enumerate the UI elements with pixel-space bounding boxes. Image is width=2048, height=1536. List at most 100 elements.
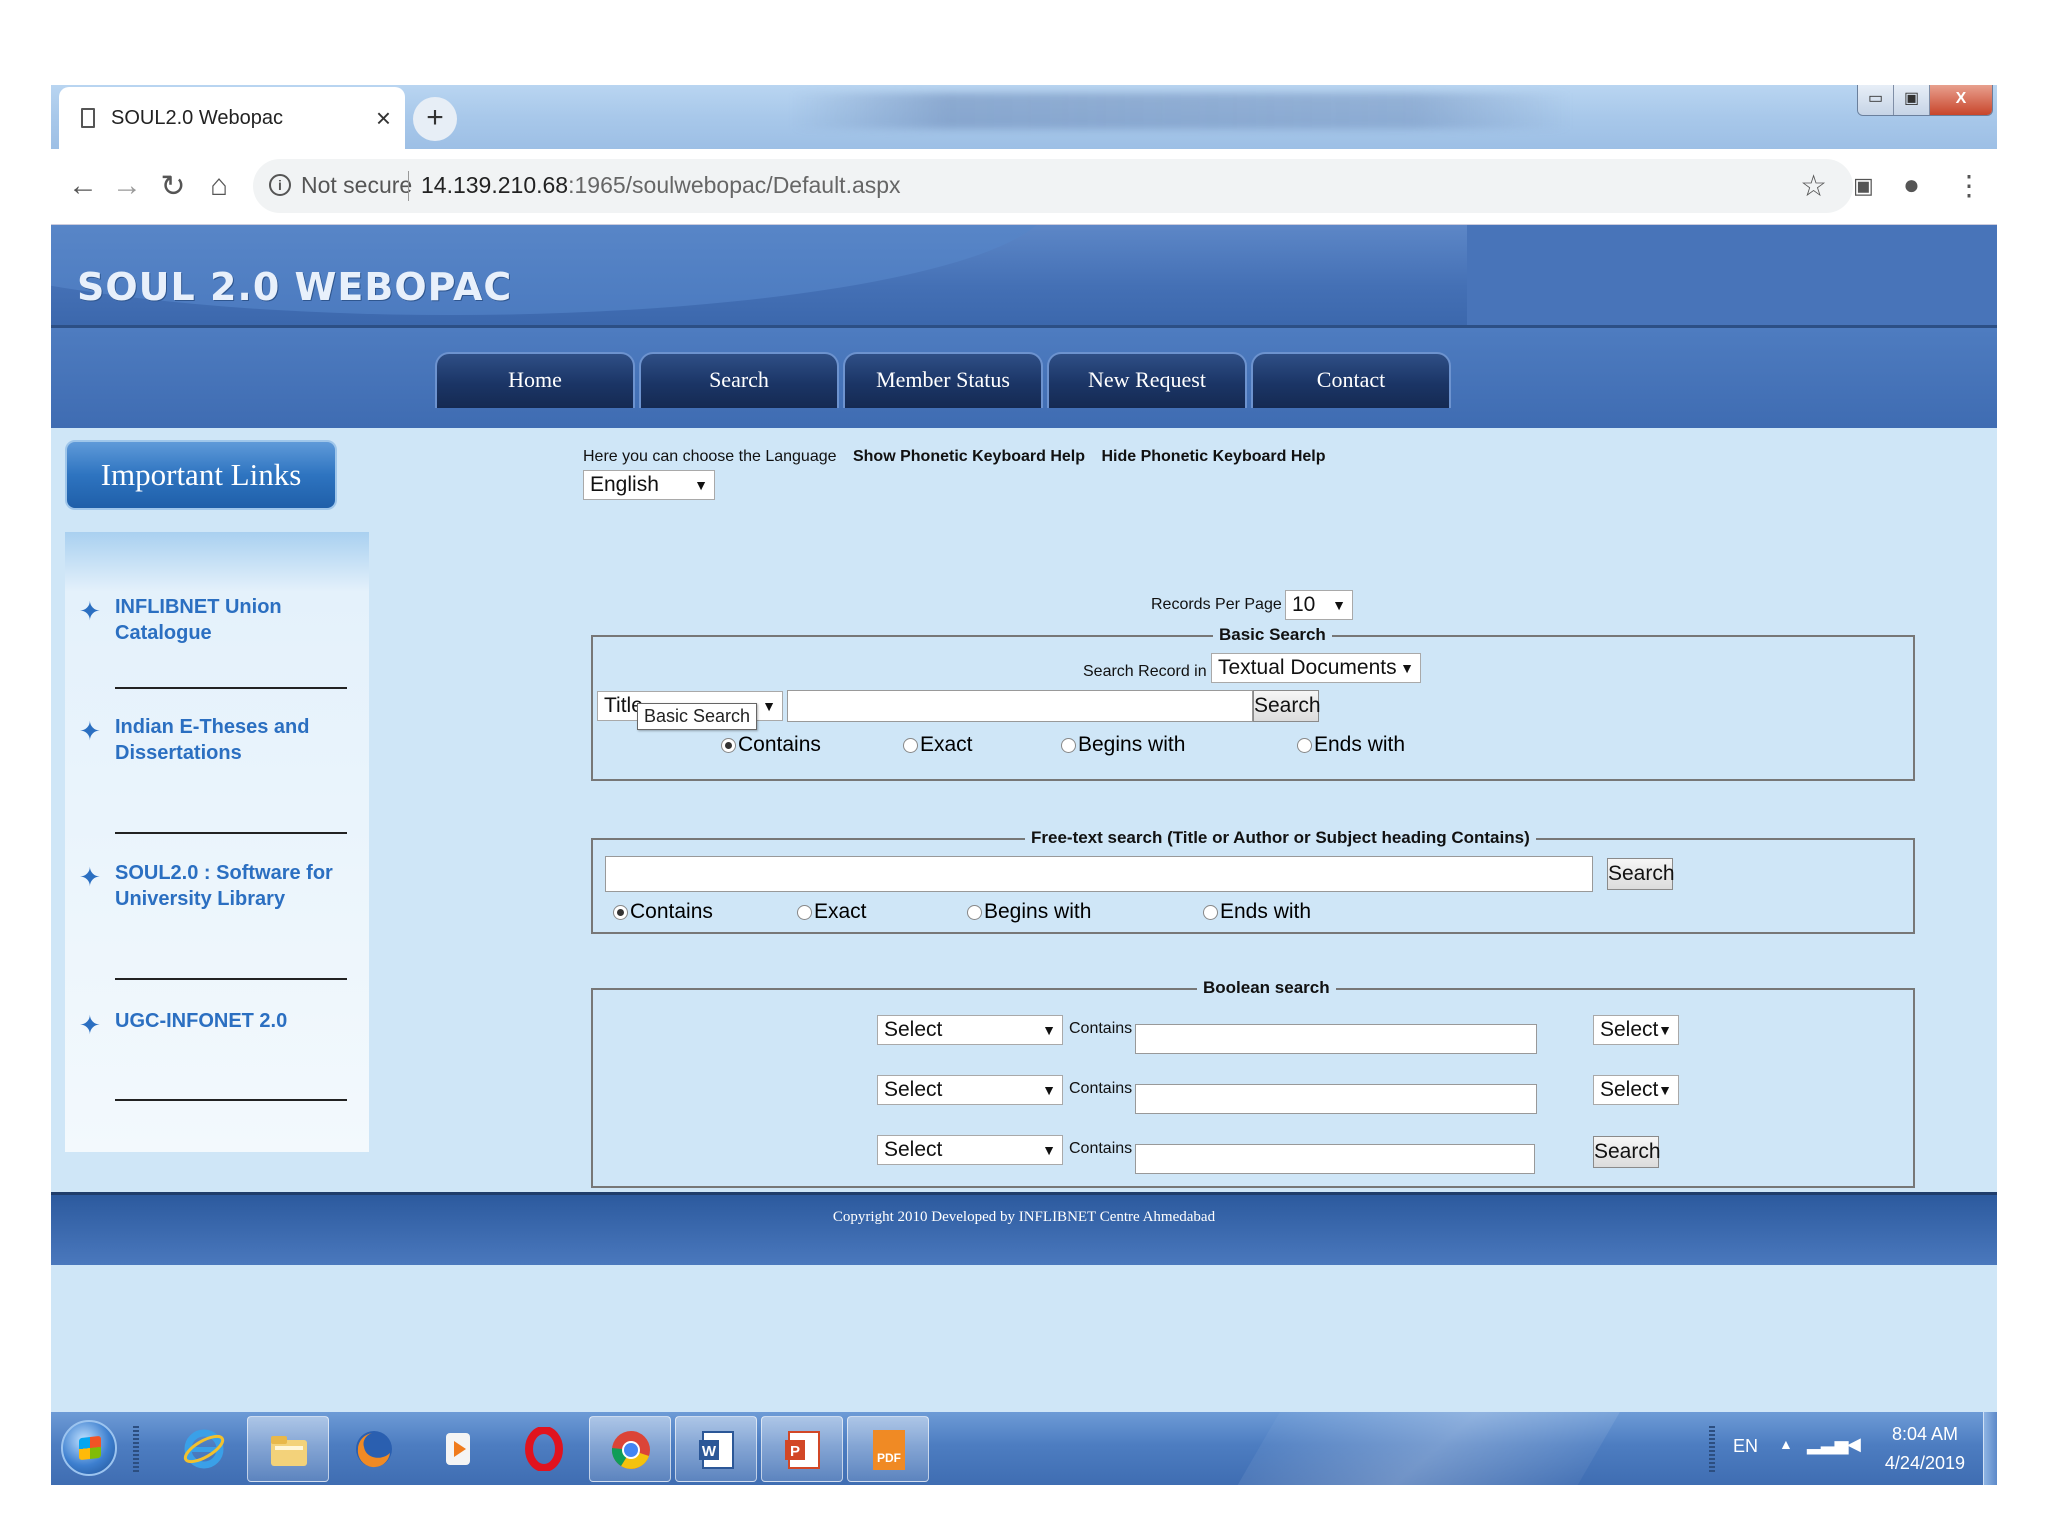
- boolean-connector-select-1[interactable]: Select ▼: [1593, 1015, 1679, 1045]
- forward-arrow-icon[interactable]: →: [107, 169, 147, 203]
- internet-explorer-icon[interactable]: [163, 1416, 245, 1482]
- media-player-icon[interactable]: [417, 1416, 499, 1482]
- main-menu: Home Search Member Status New Request Co…: [435, 352, 1451, 408]
- taskbar-grip: [133, 1426, 139, 1472]
- window-controls: ▭ ▣ X: [1857, 85, 1993, 116]
- radio-ends-with[interactable]: Ends with: [1203, 900, 1311, 924]
- page-icon: [81, 108, 95, 128]
- records-selected: 10: [1292, 593, 1316, 616]
- free-text-search-button[interactable]: Search: [1607, 858, 1675, 890]
- back-arrow-icon[interactable]: ←: [63, 169, 103, 203]
- link-divider: [115, 687, 347, 689]
- network-signal-icon[interactable]: ▂▃▅: [1807, 1434, 1849, 1455]
- clock-date: 4/24/2019: [1884, 1453, 1965, 1473]
- radio-contains[interactable]: Contains: [721, 733, 821, 757]
- contains-label: Contains: [1069, 1020, 1133, 1037]
- home-icon[interactable]: ⌂: [199, 169, 239, 203]
- show-phonetic-help-link[interactable]: Show Phonetic Keyboard Help: [853, 448, 1085, 465]
- records-per-page-label: Records Per Page: [1151, 596, 1282, 613]
- menu-search[interactable]: Search: [639, 352, 839, 408]
- info-icon[interactable]: i: [269, 174, 291, 196]
- menu-member-status[interactable]: Member Status: [843, 352, 1043, 408]
- close-window-button[interactable]: X: [1930, 85, 1992, 115]
- tab-title: SOUL2.0 Webopac: [111, 106, 283, 129]
- start-button[interactable]: [61, 1420, 117, 1476]
- not-secure-label: Not secure: [301, 172, 413, 198]
- opera-icon[interactable]: [503, 1416, 585, 1482]
- boolean-input-2[interactable]: [1135, 1084, 1537, 1114]
- link-divider: [115, 1099, 347, 1101]
- minimize-button[interactable]: ▭: [1858, 85, 1894, 115]
- basic-search-input[interactable]: [787, 690, 1253, 722]
- basic-search-button[interactable]: Search: [1253, 690, 1321, 722]
- radio-dot: [903, 737, 918, 753]
- boolean-search-legend: Boolean search: [1197, 978, 1336, 998]
- link-label[interactable]: Indian E-Theses and Dissertations: [115, 714, 355, 766]
- free-text-input[interactable]: [605, 856, 1593, 892]
- word-icon[interactable]: W: [675, 1416, 757, 1482]
- menu-kebab-icon[interactable]: ⋮: [1955, 169, 1983, 202]
- file-explorer-icon[interactable]: [247, 1416, 329, 1482]
- dropdown-arrow-icon: ▼: [1658, 1082, 1672, 1098]
- radio-label: Contains: [738, 733, 821, 756]
- dropdown-arrow-icon: ▼: [1042, 1082, 1056, 1098]
- restore-button[interactable]: ▣: [1894, 85, 1930, 115]
- powerpoint-icon[interactable]: P: [761, 1416, 843, 1482]
- radio-contains[interactable]: Contains: [613, 900, 713, 924]
- volume-icon[interactable]: ◀: [1847, 1434, 1861, 1455]
- chrome-icon[interactable]: [589, 1416, 671, 1482]
- link-label[interactable]: SOUL2.0 : Software for University Librar…: [115, 860, 355, 912]
- free-text-fieldset: Free-text search (Title or Author or Sub…: [591, 828, 1915, 934]
- records-per-page-select[interactable]: 10 ▼: [1285, 590, 1353, 620]
- radio-exact[interactable]: Exact: [903, 733, 973, 757]
- radio-dot: [797, 904, 812, 920]
- boolean-input-1[interactable]: [1135, 1024, 1537, 1054]
- language-select[interactable]: English ▼: [583, 470, 715, 500]
- search-record-in-label: Search Record in: [1083, 663, 1207, 680]
- radio-begins-with[interactable]: Begins with: [1061, 733, 1185, 757]
- radio-begins-with[interactable]: Begins with: [967, 900, 1091, 924]
- svg-text:PDF: PDF: [877, 1451, 901, 1465]
- boolean-input-3[interactable]: [1135, 1144, 1535, 1174]
- menu-home[interactable]: Home: [435, 352, 635, 408]
- link-label[interactable]: INFLIBNET Union Catalogue: [115, 594, 355, 646]
- menu-new-request[interactable]: New Request: [1047, 352, 1247, 408]
- header-right-panel: [1467, 225, 1997, 328]
- tab-close-icon[interactable]: ×: [376, 103, 391, 134]
- firefox-icon[interactable]: [333, 1416, 415, 1482]
- menu-contact[interactable]: Contact: [1251, 352, 1451, 408]
- boolean-field-select-1[interactable]: Select ▼: [877, 1015, 1063, 1045]
- pdf-reader-icon[interactable]: PDF: [847, 1416, 929, 1482]
- site-header: SOUL 2.0 WEBOPAC: [51, 225, 1997, 328]
- clock[interactable]: 8:04 AM 4/24/2019: [1885, 1420, 1965, 1478]
- boolean-connector-select-2[interactable]: Select ▼: [1593, 1075, 1679, 1105]
- extension-icon[interactable]: ▣: [1853, 173, 1874, 199]
- basic-search-fieldset: Basic Search Search Record in Textual Do…: [591, 625, 1915, 781]
- language-indicator[interactable]: EN: [1733, 1436, 1758, 1457]
- boolean-search-button[interactable]: Search: [1593, 1136, 1661, 1168]
- select-value: Select: [1600, 1078, 1659, 1101]
- radio-label: Begins with: [1078, 733, 1186, 756]
- tray-expand-icon[interactable]: ▲: [1779, 1436, 1793, 1452]
- taskbar-decoration: [1199, 1412, 1643, 1485]
- radio-label: Contains: [630, 900, 713, 923]
- reload-icon[interactable]: ↻: [153, 169, 193, 204]
- search-record-in-select[interactable]: Textual Documents ▼: [1211, 653, 1421, 683]
- link-label[interactable]: UGC-INFONET 2.0: [115, 1008, 355, 1034]
- boolean-field-select-2[interactable]: Select ▼: [877, 1075, 1063, 1105]
- browser-tab[interactable]: SOUL2.0 Webopac ×: [59, 87, 405, 149]
- new-tab-button[interactable]: +: [413, 97, 457, 141]
- radio-exact[interactable]: Exact: [797, 900, 867, 924]
- svg-text:W: W: [702, 1443, 717, 1460]
- hide-phonetic-help-link[interactable]: Hide Phonetic Keyboard Help: [1101, 448, 1325, 465]
- show-desktop-button[interactable]: [1983, 1412, 1997, 1485]
- address-bar[interactable]: i Not secure 14.139.210.68:1965/soulwebo…: [253, 159, 1853, 213]
- bookmark-star-icon[interactable]: ☆: [1800, 169, 1827, 204]
- boolean-field-select-3[interactable]: Select ▼: [877, 1135, 1063, 1165]
- profile-icon[interactable]: ●: [1903, 169, 1920, 201]
- radio-ends-with[interactable]: Ends with: [1297, 733, 1405, 757]
- svg-text:P: P: [790, 1443, 800, 1460]
- radio-dot: [721, 737, 736, 753]
- links-panel: ✦ INFLIBNET Union Catalogue ✦ Indian E-T…: [65, 532, 369, 1152]
- url-text[interactable]: 14.139.210.68:1965/soulwebopac/Default.a…: [421, 172, 901, 199]
